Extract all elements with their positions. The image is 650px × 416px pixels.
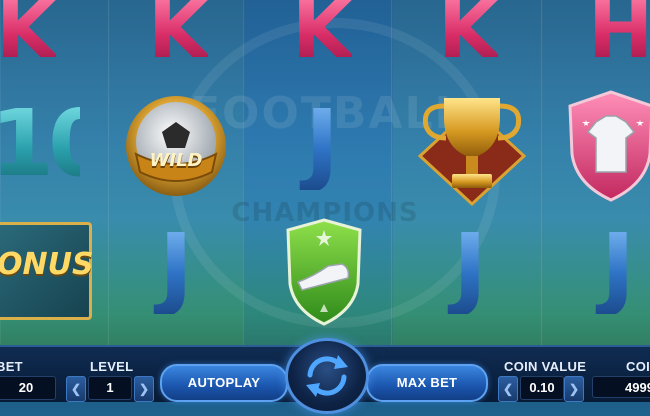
symbol-k: K (438, 0, 498, 70)
symbol-j: J (146, 222, 206, 314)
coin-value-label: COIN VALUE (504, 359, 587, 374)
symbol-k: K (0, 0, 56, 70)
wild-label: WILD (149, 150, 203, 171)
bonus-label: ONUS (0, 247, 94, 282)
symbol-k: K (292, 0, 352, 70)
spin-button[interactable] (285, 338, 369, 414)
bonus-symbol: ONUS (0, 222, 94, 320)
symbol-k: K (148, 0, 208, 70)
coin-value-increase-button[interactable]: ❯ (564, 376, 584, 402)
chevron-left-icon: ❮ (70, 382, 82, 396)
bet-label: BET (0, 359, 23, 374)
chevron-right-icon: ❯ (568, 382, 580, 396)
symbol-j: J (440, 222, 500, 314)
autoplay-button[interactable]: AUTOPLAY (160, 364, 288, 402)
chevron-left-icon: ❮ (502, 382, 514, 396)
coin-value-decrease-button[interactable]: ❮ (498, 376, 518, 402)
level-label: LEVEL (90, 359, 134, 374)
coins-value: 4999 (592, 376, 650, 398)
symbol-h: H (588, 0, 650, 70)
symbol-j: J (588, 222, 648, 314)
level-decrease-button[interactable]: ❮ (66, 376, 86, 402)
wild-ball-symbol (126, 96, 226, 196)
bet-value: 20 (0, 376, 56, 400)
coins-label: COINS (626, 359, 650, 374)
reels-area: FOOTBALL CHAMPIONS K K K K H 10 WILD J (0, 0, 650, 345)
max-bet-button[interactable]: MAX BET (366, 364, 488, 402)
jersey-shield-symbol (568, 90, 650, 202)
coin-value: 0.10 (520, 376, 564, 400)
level-value: 1 (88, 376, 132, 400)
trophy-symbol (417, 98, 527, 206)
spin-arrows-icon (306, 355, 348, 397)
level-increase-button[interactable]: ❯ (134, 376, 154, 402)
boot-shield-symbol (286, 218, 362, 326)
symbol-j: J (292, 98, 352, 190)
chevron-right-icon: ❯ (138, 382, 150, 396)
symbol-ten: 10 (0, 98, 112, 190)
